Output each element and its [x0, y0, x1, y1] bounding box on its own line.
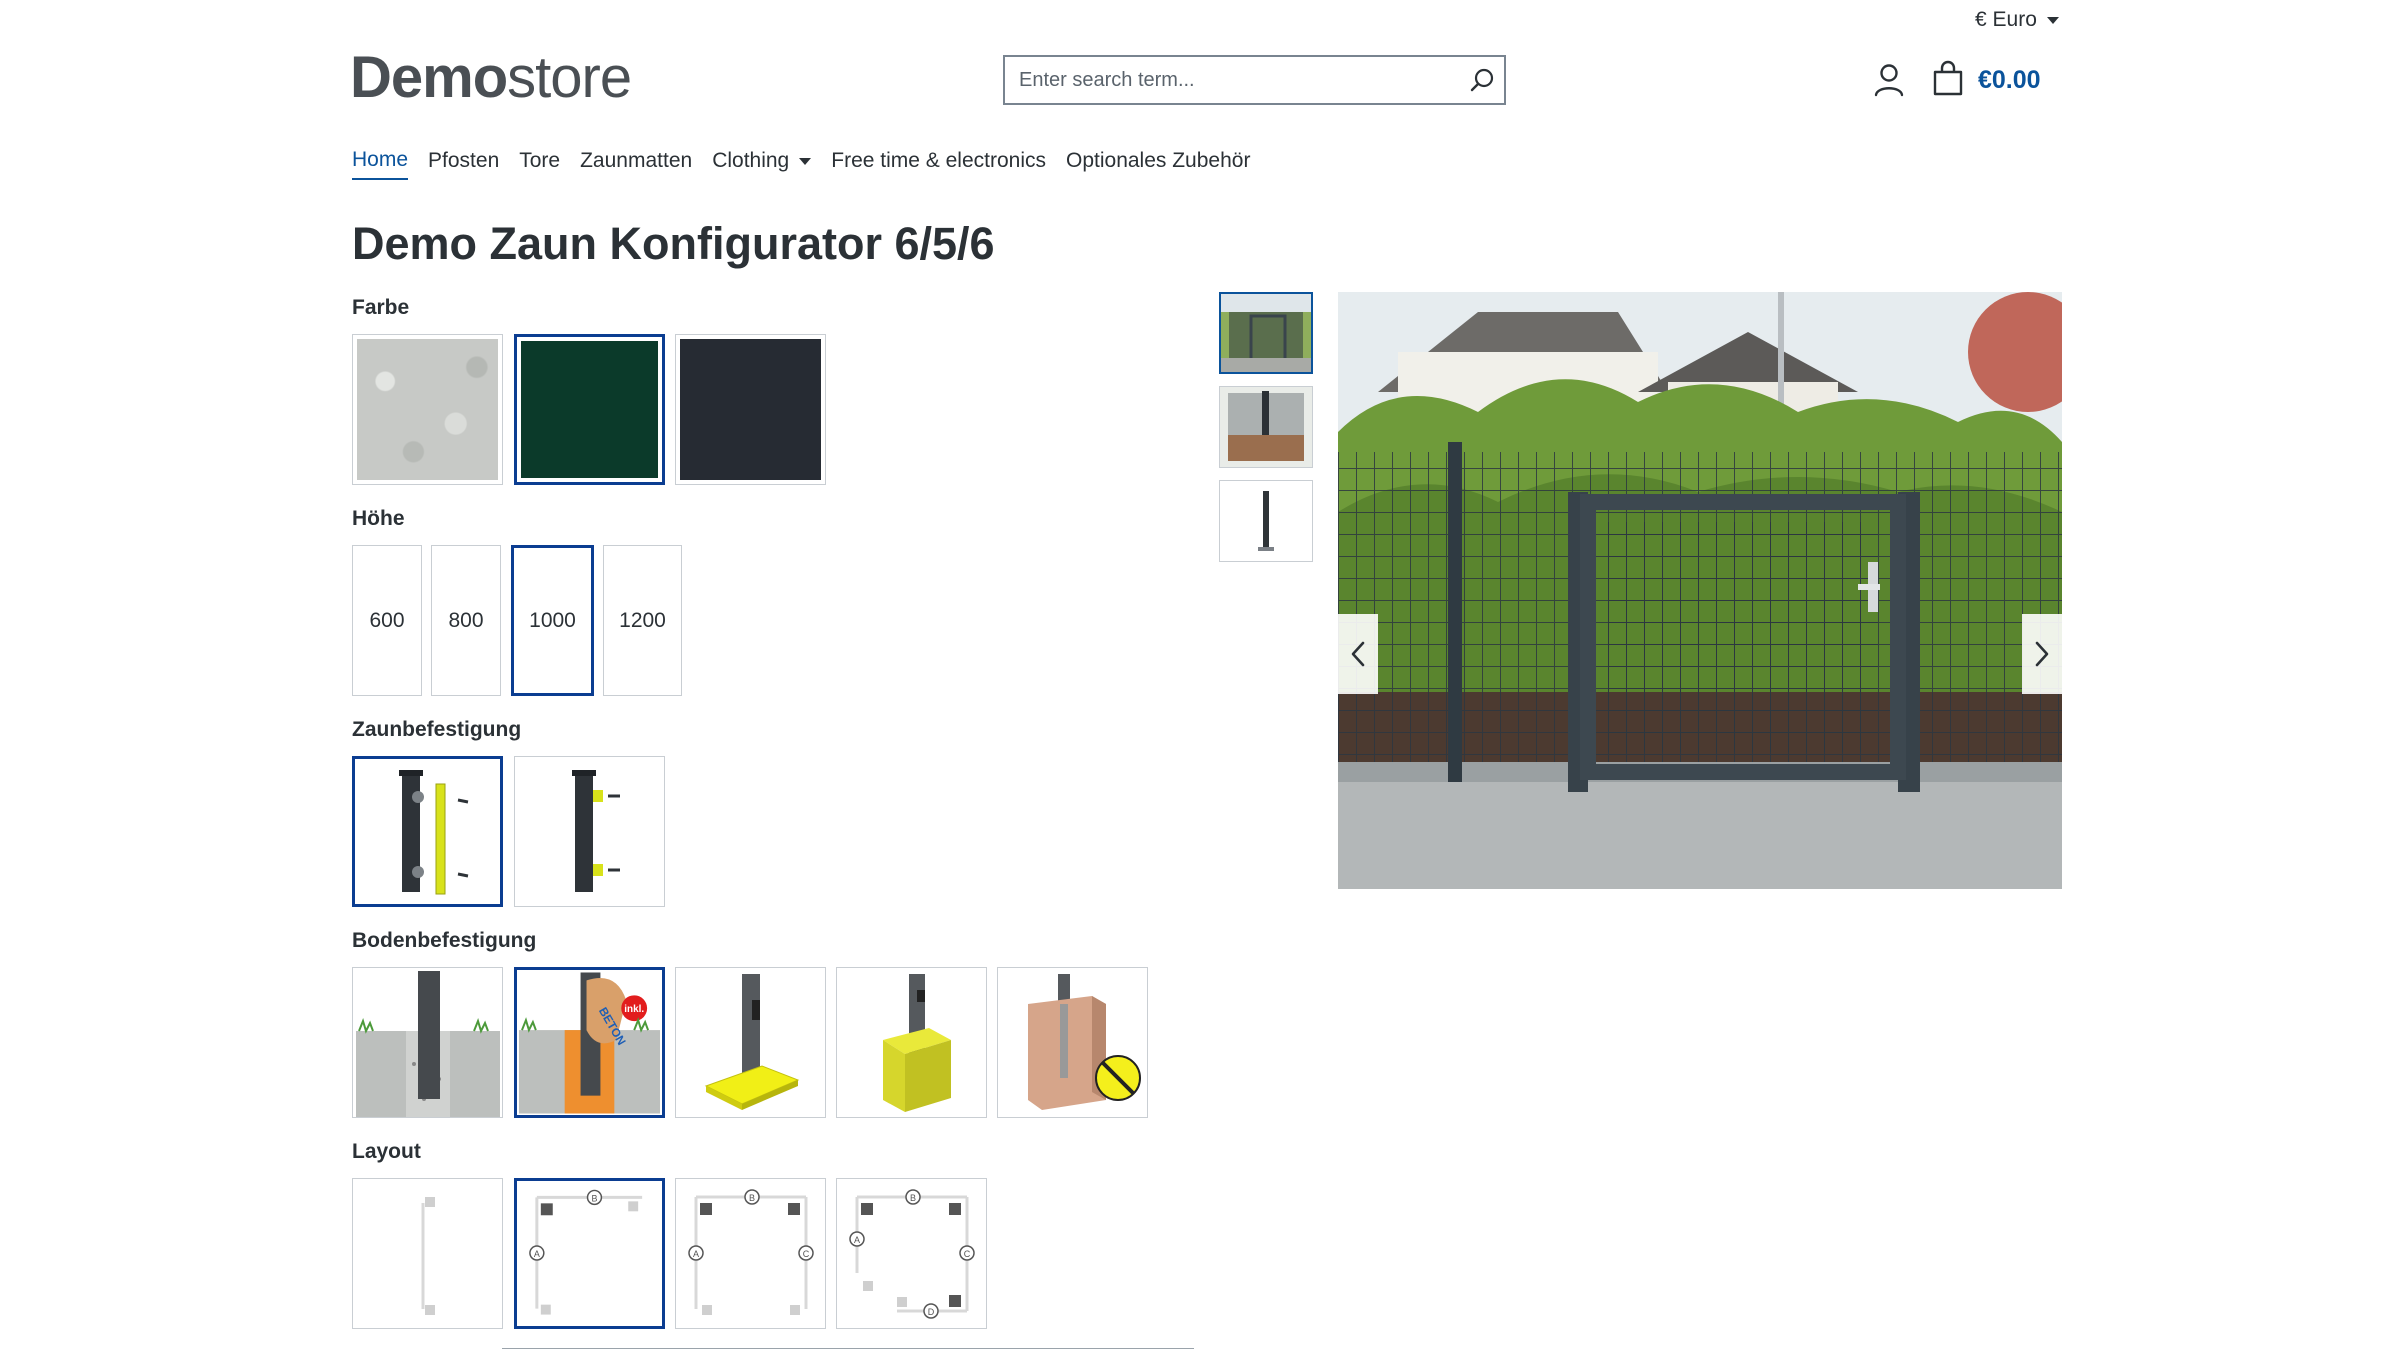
layout-option-u-shape[interactable]: B A C — [675, 1178, 826, 1329]
gallery-next-button[interactable] — [2022, 614, 2062, 694]
marker-b: B — [748, 1193, 754, 1203]
cart-button[interactable]: €0.00 — [1932, 60, 2041, 101]
height-option-1200[interactable]: 1200 — [603, 545, 682, 696]
zaunbefestigung-label: Zaunbefestigung — [352, 718, 522, 741]
height-600-label: 600 — [369, 608, 405, 632]
farbe-label: Farbe — [352, 296, 410, 319]
nav-item-optionales-zubehoer[interactable]: Optionales Zubehör — [1066, 148, 1250, 180]
currency-selector[interactable]: € Euro — [1975, 8, 2059, 32]
marker-a: A — [534, 1248, 540, 1258]
hoehe-label: Höhe — [352, 507, 405, 530]
post-thumb-image — [1220, 481, 1312, 561]
fence-mount-option-2[interactable] — [514, 756, 665, 907]
galvanized-swatch — [357, 339, 498, 480]
nav-item-clothing-label: Clothing — [712, 149, 790, 172]
nav-item-free-time[interactable]: Free time & electronics — [831, 148, 1046, 180]
marker-d: D — [927, 1307, 934, 1317]
logo-bold: Demo — [350, 45, 508, 110]
search-box — [1003, 55, 1506, 105]
marker-c: C — [802, 1249, 809, 1259]
ground-mount-option-stone[interactable] — [997, 967, 1148, 1118]
gate-detail-thumb-image — [1220, 387, 1312, 467]
cart-total: €0.00 — [1978, 66, 2041, 94]
height-1000-label: 1000 — [529, 608, 576, 632]
chevron-down-icon — [2046, 16, 2059, 24]
main-navigation: Home Pfosten Tore Zaunmatten Clothing Fr… — [352, 148, 1250, 180]
height-1200-label: 1200 — [619, 608, 666, 632]
nav-item-zaunmatten[interactable]: Zaunmatten — [580, 148, 692, 180]
marker-b: B — [909, 1193, 915, 1203]
marker-a: A — [853, 1235, 859, 1245]
chevron-down-icon — [799, 157, 812, 165]
nav-item-home[interactable]: Home — [352, 148, 409, 180]
nav-item-clothing[interactable]: Clothing — [712, 148, 812, 180]
height-option-800[interactable]: 800 — [431, 545, 501, 696]
green-swatch — [521, 341, 658, 478]
currency-label: € Euro — [1975, 8, 2037, 31]
nav-item-tore[interactable]: Tore — [519, 148, 560, 180]
chevron-left-icon — [1351, 641, 1365, 667]
color-option-anthracite[interactable] — [675, 334, 826, 485]
layout-closed-icon: B A C D — [848, 1188, 975, 1319]
height-800-label: 800 — [448, 608, 484, 632]
product-title: Demo Zaun Konfigurator 6/5/6 — [352, 218, 995, 269]
ground-mount-option-base-plate[interactable] — [675, 967, 826, 1118]
gallery-thumb-3[interactable] — [1219, 480, 1313, 562]
fence-gate-photo — [1338, 292, 2062, 889]
layout-corner-icon: B A — [529, 1189, 643, 1315]
marker-c: C — [963, 1249, 970, 1259]
color-option-galvanized[interactable] — [352, 334, 503, 485]
color-option-green[interactable] — [514, 334, 665, 485]
ground-mount-option-sleeve[interactable] — [836, 967, 987, 1118]
layout-option-corner[interactable]: B A — [514, 1178, 665, 1329]
layout-label: Layout — [352, 1140, 421, 1163]
height-option-1000[interactable]: 1000 — [511, 545, 594, 696]
logo-light: store — [507, 45, 632, 110]
layout-straight-icon — [421, 1196, 435, 1315]
ground-mount-option-beton[interactable]: BETON inkl. — [514, 967, 665, 1118]
chevron-right-icon — [2035, 641, 2049, 667]
layout-u-shape-icon: B A C — [687, 1188, 814, 1315]
marker-a: A — [692, 1249, 698, 1259]
post-on-base-plate-icon — [704, 973, 799, 1110]
layout-option-straight[interactable] — [352, 1178, 503, 1329]
product-main-image[interactable] — [1338, 292, 2062, 889]
fence-mount-option-1[interactable] — [352, 756, 503, 907]
height-option-600[interactable]: 600 — [352, 545, 422, 696]
account-icon[interactable] — [1872, 62, 1906, 98]
post-in-sleeve-icon — [882, 973, 951, 1112]
post-in-stone-icon — [1027, 973, 1141, 1110]
store-logo[interactable]: Demostore — [350, 44, 632, 111]
post-in-ground-icon — [355, 970, 500, 1117]
anthracite-swatch — [680, 339, 821, 480]
cart-icon — [1932, 60, 1964, 101]
gate-thumb-image — [1221, 294, 1311, 372]
post-with-bar-icon — [398, 769, 468, 894]
search-input[interactable] — [1005, 57, 1460, 103]
post-with-beton-bag-icon: BETON inkl. — [518, 971, 661, 1114]
inkl-badge: inkl. — [624, 1004, 644, 1015]
post-with-clamps-icon — [571, 769, 620, 892]
layout-option-closed[interactable]: B A C D — [836, 1178, 987, 1329]
marker-b: B — [591, 1193, 597, 1203]
ground-mount-option-concrete[interactable] — [352, 967, 503, 1118]
search-icon[interactable] — [1460, 58, 1504, 102]
nav-item-pfosten[interactable]: Pfosten — [428, 148, 499, 180]
bodenbefestigung-label: Bodenbefestigung — [352, 929, 537, 952]
gallery-thumb-2[interactable] — [1219, 386, 1313, 468]
gallery-thumb-1[interactable] — [1219, 292, 1313, 374]
gallery-prev-button[interactable] — [1338, 614, 1378, 694]
